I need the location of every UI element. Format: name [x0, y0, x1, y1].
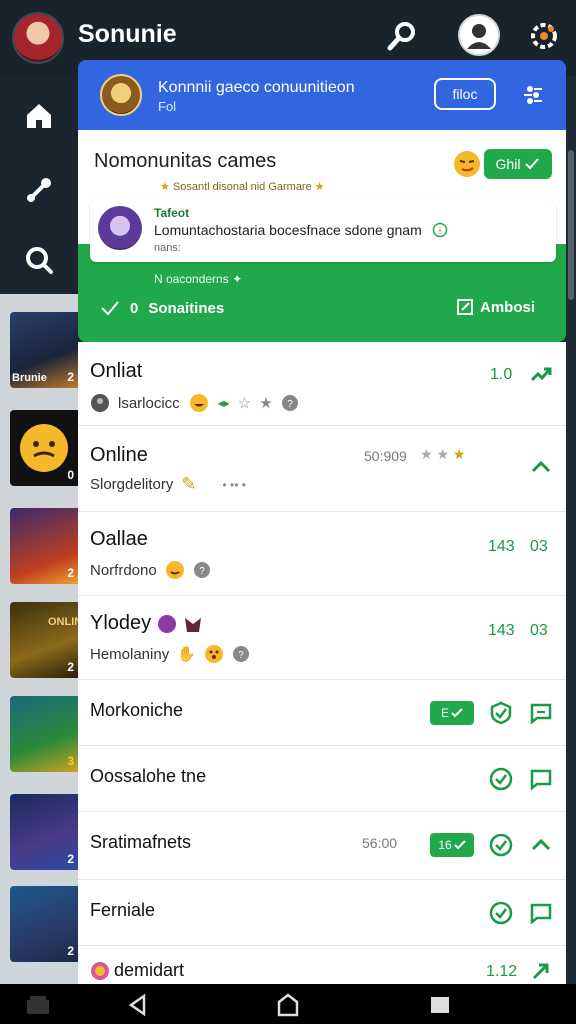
emoji-face-icon [20, 424, 68, 472]
laugh-emoji-icon [189, 394, 208, 412]
list-item[interactable]: Online Slorgdelitory ✎ • •• • 50:909 ★ ★… [78, 426, 566, 512]
star-icon: ★ [259, 395, 273, 412]
info-circle-icon: i [432, 222, 447, 238]
overview-icon[interactable] [420, 992, 460, 1018]
check-icon [451, 708, 463, 718]
share-arrow-icon[interactable] [528, 958, 554, 984]
recents-app-icon[interactable] [18, 992, 58, 1018]
chat-icon[interactable] [528, 766, 554, 792]
list-item[interactable]: Morkoniche E [78, 680, 566, 746]
back-icon[interactable] [118, 992, 158, 1018]
home-icon[interactable] [17, 94, 61, 138]
user-avatar[interactable] [12, 12, 64, 64]
list-item[interactable]: Onliat lsarlocicc ◂▸ ☆ ★ ? 1.0 [78, 342, 566, 426]
emoji-icon [165, 561, 184, 579]
info-icon: ? [281, 395, 298, 411]
settings-gear-icon[interactable] [522, 14, 566, 58]
info-icon: ? [193, 562, 210, 578]
star-icon: ☆ [237, 395, 252, 412]
featured-left-action[interactable]: 0 Sonaitines [100, 298, 224, 318]
community-panel: Konnnii gaeco conuunitieon Fol filoc Nom… [78, 60, 566, 984]
game-thumbnail[interactable]: Brunie 2 [10, 312, 78, 388]
chat-icon[interactable] [528, 700, 554, 726]
game-thumbnail[interactable]: ONLINE 2 [10, 602, 78, 678]
message-text: Lomuntachostaria bocesfnace sdone gnam i [154, 222, 448, 238]
emoji-icon [204, 645, 223, 663]
joined-chip[interactable]: Ghil [484, 149, 552, 179]
status-badge[interactable]: 16 [430, 833, 474, 857]
svg-text:?: ? [287, 399, 293, 410]
emoji-icon [185, 617, 202, 632]
side-rail [0, 76, 78, 294]
arrows-icon: ◂▸ [217, 396, 230, 410]
banner-avatar[interactable] [100, 74, 142, 116]
check-icon [453, 840, 466, 850]
game-thumbnail[interactable]: 3 [10, 696, 78, 772]
info-icon: ? [232, 646, 249, 662]
verified-icon[interactable] [488, 832, 514, 858]
game-thumbnail[interactable]: 2 [10, 794, 78, 870]
banner-subtitle: Fol [158, 99, 177, 114]
home-nav-icon[interactable] [268, 992, 308, 1018]
game-thumbnail[interactable]: 0 [10, 410, 78, 486]
smirk-emoji-icon [454, 151, 480, 177]
message-avatar [98, 206, 142, 250]
hands-icon: ✋ [177, 646, 196, 663]
edit-icon [457, 299, 473, 315]
verified-icon[interactable] [488, 900, 514, 926]
trending-icon[interactable] [528, 362, 554, 388]
search-rail-icon[interactable] [17, 238, 61, 282]
status-badge[interactable]: E [430, 701, 474, 725]
background-game-list: Brunie 2 0 2 ONLINE 2 3 2 2 [0, 294, 78, 984]
rating-stars: ★ ★ ★ [420, 446, 466, 462]
list-item[interactable]: demidart 1.12 [78, 946, 566, 984]
emoji-icon [158, 614, 177, 633]
chevron-up-icon[interactable] [528, 454, 554, 480]
svg-text:i: i [439, 226, 441, 236]
community-list: Onliat lsarlocicc ◂▸ ☆ ★ ? 1.0 Online Sl… [78, 342, 566, 984]
chevron-up-icon[interactable] [528, 832, 554, 858]
check-icon [525, 158, 540, 170]
tune-icon[interactable] [518, 80, 548, 110]
message-meta: nans: [154, 242, 181, 254]
check-icon [101, 301, 119, 316]
profile-avatar[interactable] [458, 14, 500, 56]
share-icon[interactable] [17, 168, 61, 212]
featured-title: Nomonunitas cames [94, 150, 277, 172]
banner-filter-button[interactable]: filoc [434, 78, 496, 110]
verified-icon[interactable] [488, 700, 514, 726]
chat-icon[interactable] [528, 900, 554, 926]
list-item[interactable]: Oossalohe tne [78, 746, 566, 812]
list-item[interactable]: Oallae Norfrdono ? 143 03 [78, 512, 566, 596]
banner-title: Konnnii gaeco conuunitieon [158, 79, 355, 96]
featured-message-card[interactable]: Tafeot Lomuntachostaria bocesfnace sdone… [90, 200, 556, 262]
featured-note: N oaconderns ✦ [154, 272, 243, 286]
verified-icon[interactable] [488, 766, 514, 792]
scrollbar-thumb[interactable] [568, 150, 574, 300]
search-icon[interactable] [380, 14, 424, 58]
featured-subtitle: ★ Sosantl disonal nid Garmare ★ [160, 181, 325, 193]
pencil-icon: ✎ [181, 474, 197, 494]
list-item[interactable]: Sratimafnets 56:00 16 [78, 812, 566, 880]
community-banner: Konnnii gaeco conuunitieon Fol filoc [78, 60, 566, 130]
featured-right-action[interactable]: Ambosi [456, 298, 535, 316]
list-item[interactable]: Ferniale [78, 880, 566, 946]
svg-text:?: ? [199, 566, 205, 577]
app-title: Sonunie [78, 20, 177, 48]
game-thumbnail[interactable]: 2 [10, 508, 78, 584]
avatar-icon [91, 394, 109, 412]
system-nav-bar [0, 984, 576, 1024]
message-author: Tafeot [154, 206, 190, 220]
emoji-icon [91, 961, 109, 980]
list-item[interactable]: Ylodey Hemolaniny ✋ ? 143 03 [78, 596, 566, 680]
game-thumbnail[interactable]: 2 [10, 886, 78, 962]
svg-text:?: ? [238, 650, 244, 661]
